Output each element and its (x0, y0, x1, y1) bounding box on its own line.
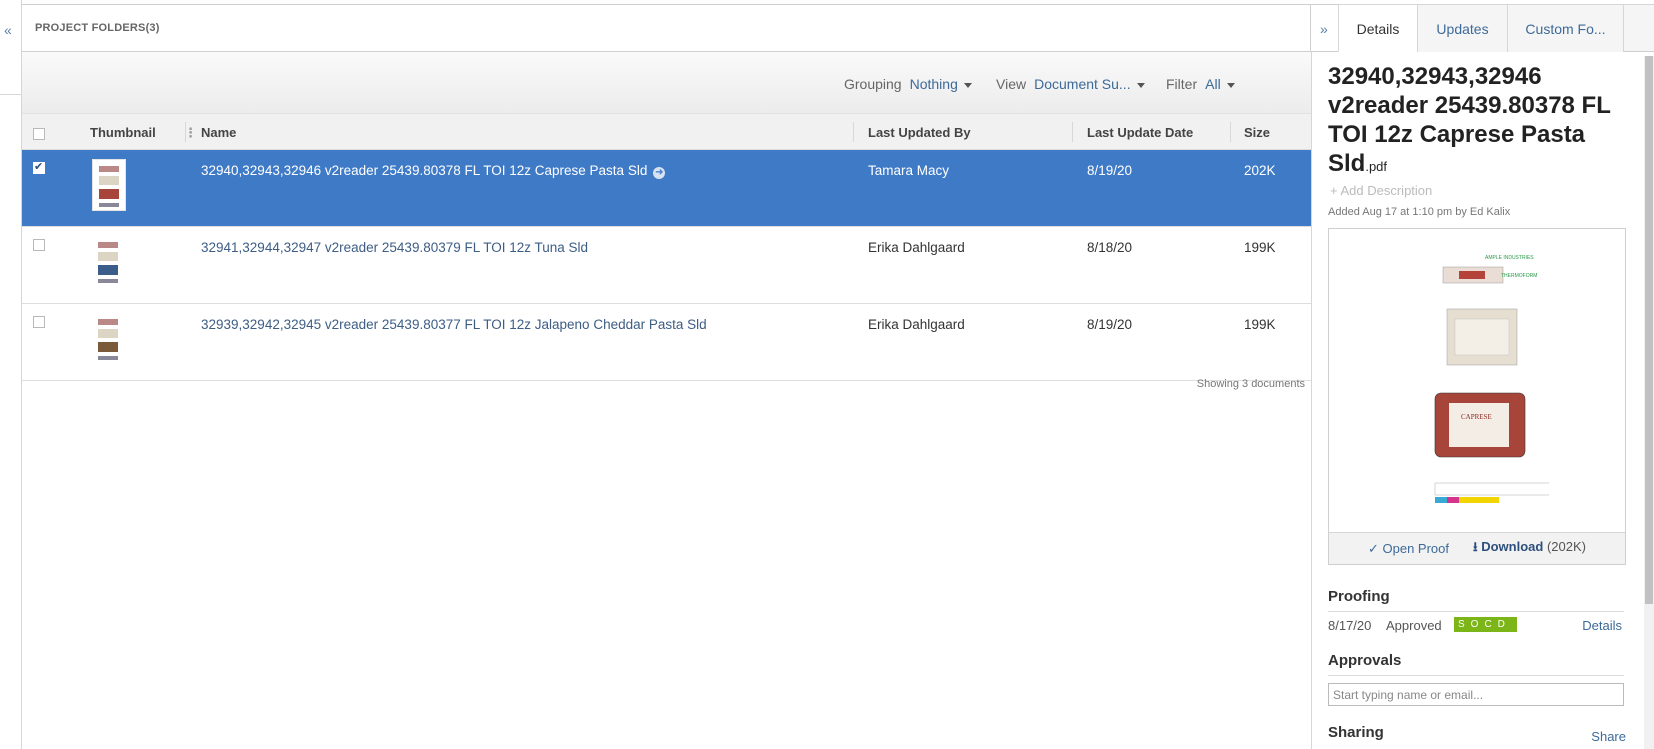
scrollbar-thumb[interactable] (1645, 56, 1653, 604)
view-dropdown[interactable]: Document Su... (1034, 76, 1145, 92)
panel-divider (1311, 52, 1312, 749)
tab-details[interactable]: Details (1338, 4, 1417, 52)
table-header: Thumbnail ⋮ Name Last Updated By Last Up… (22, 114, 1311, 150)
updated-by: Tamara Macy (868, 163, 950, 178)
col-updated-by[interactable]: Last Updated By (868, 125, 971, 140)
documents-table: Thumbnail ⋮ Name Last Updated By Last Up… (22, 114, 1311, 390)
caret-down-icon (963, 82, 972, 88)
update-date: 8/18/20 (1087, 240, 1133, 255)
row-checkbox[interactable] (33, 239, 45, 251)
view-control[interactable]: View Document Su... (996, 76, 1145, 92)
file-size: 202K (1244, 163, 1276, 178)
sharing-heading: Sharing (1328, 724, 1384, 741)
document-thumbnail[interactable] (92, 236, 126, 288)
update-date: 8/19/20 (1087, 317, 1133, 332)
tab-bar-filler (1623, 4, 1654, 51)
table-row[interactable]: 32940,32943,32946 v2reader 25439.80378 F… (22, 150, 1311, 227)
folder-header-title[interactable]: PROJECT FOLDERS(3) (35, 22, 160, 34)
showing-count: Showing 3 documents (1196, 378, 1305, 390)
added-info: Added Aug 17 at 1:10 pm by Ed Kalix (1328, 206, 1511, 218)
document-name-link[interactable]: 32939,32942,32945 v2reader 25439.80377 F… (201, 317, 707, 332)
download-size: (202K) (1546, 538, 1586, 554)
approvals-heading: Approvals (1328, 652, 1624, 676)
arrow-circle-right-icon[interactable]: ➜ (653, 167, 666, 179)
grouping-dropdown[interactable]: Nothing (910, 76, 972, 92)
app: « PROJECT FOLDERS(3) Grouping Nothing Vi… (0, 0, 1654, 749)
document-title: 32940,32943,32946 v2reader 25439.80378 F… (1328, 63, 1611, 177)
table-row[interactable]: 32941,32944,32947 v2reader 25439.80379 F… (22, 227, 1311, 304)
column-divider (853, 122, 854, 142)
open-proof-button[interactable]: ✓ Open Proof (1368, 541, 1449, 557)
col-thumbnail[interactable]: Thumbnail (90, 125, 156, 140)
drag-handle-icon[interactable]: ⋮ (184, 125, 197, 141)
filter-control[interactable]: Filter All (1166, 76, 1235, 92)
column-divider (1072, 122, 1073, 142)
select-all-checkbox[interactable] (33, 128, 45, 140)
tab-updates[interactable]: Updates (1417, 4, 1507, 52)
proofing-row: 8/17/20 Approved SOCD Details (1328, 617, 1624, 633)
caret-down-icon (1226, 82, 1235, 88)
svg-text:THERMOFORM: THERMOFORM (1501, 273, 1537, 279)
proofing-details-link[interactable]: Details (1582, 618, 1622, 633)
approvals-input[interactable] (1328, 683, 1624, 706)
updated-by: Erika Dahlgaard (868, 240, 965, 255)
expand-panel-icon[interactable]: » (1311, 4, 1338, 52)
document-thumbnail[interactable] (92, 159, 126, 211)
proofing-heading: Proofing (1328, 588, 1624, 612)
update-date: 8/19/20 (1087, 163, 1133, 178)
document-thumbnail[interactable] (92, 313, 126, 365)
file-size: 199K (1244, 240, 1276, 255)
svg-text:AMPLE INDUSTRIES: AMPLE INDUSTRIES (1485, 255, 1534, 261)
view-label: View (996, 76, 1027, 92)
col-update-date[interactable]: Last Update Date (1087, 125, 1193, 140)
document-name-link[interactable]: 32940,32943,32946 v2reader 25439.80378 F… (201, 163, 666, 179)
file-extension: .pdf (1365, 159, 1388, 174)
filter-label: Filter (1166, 76, 1198, 92)
details-panel: 32940,32943,32946 v2reader 25439.80378 F… (1328, 56, 1628, 749)
panel-scrollbar[interactable] (1644, 56, 1654, 749)
column-divider (1230, 122, 1231, 142)
detail-tabs: Details Updates Custom Fo... (1338, 4, 1654, 52)
rail-divider (0, 94, 22, 95)
filter-dropdown[interactable]: All (1205, 76, 1235, 92)
proof-preview-image: AMPLE INDUSTRIES THERMOFORM CAPRESE (1434, 255, 1549, 503)
preview-actions: ✓ Open Proof ⭳ Download (202K) (1329, 532, 1625, 564)
download-button[interactable]: ⭳ Download (202K) (1473, 538, 1586, 560)
share-link[interactable]: Share (1591, 729, 1626, 744)
document-preview[interactable]: AMPLE INDUSTRIES THERMOFORM CAPRESE ✓ Op… (1328, 228, 1626, 565)
document-name-link[interactable]: 32941,32944,32947 v2reader 25439.80379 F… (201, 240, 588, 255)
caret-down-icon (1136, 82, 1145, 88)
svg-text:CAPRESE: CAPRESE (1461, 413, 1492, 421)
table-row[interactable]: 32939,32942,32945 v2reader 25439.80377 F… (22, 304, 1311, 381)
tab-custom-fields[interactable]: Custom Fo... (1507, 4, 1623, 52)
add-description-link[interactable]: + Add Description (1330, 183, 1432, 198)
updated-by: Erika Dahlgaard (868, 317, 965, 332)
row-checkbox[interactable] (33, 160, 45, 174)
proofing-status: Approved (1386, 618, 1442, 633)
folder-header: PROJECT FOLDERS(3) (22, 4, 1311, 52)
grouping-label: Grouping (844, 76, 902, 92)
grouping-control[interactable]: Grouping Nothing (844, 76, 972, 92)
toolbar: Grouping Nothing View Document Su... Fil… (22, 52, 1311, 114)
proofing-badge: SOCD (1454, 617, 1517, 632)
col-name[interactable]: Name (201, 125, 236, 140)
left-rail: « (0, 0, 22, 749)
collapse-left-icon[interactable]: « (4, 22, 12, 38)
download-icon: ⭳ (1473, 538, 1478, 554)
row-checkbox[interactable] (33, 316, 45, 328)
file-size: 199K (1244, 317, 1276, 332)
proofing-date: 8/17/20 (1328, 618, 1372, 633)
col-size[interactable]: Size (1244, 125, 1270, 140)
